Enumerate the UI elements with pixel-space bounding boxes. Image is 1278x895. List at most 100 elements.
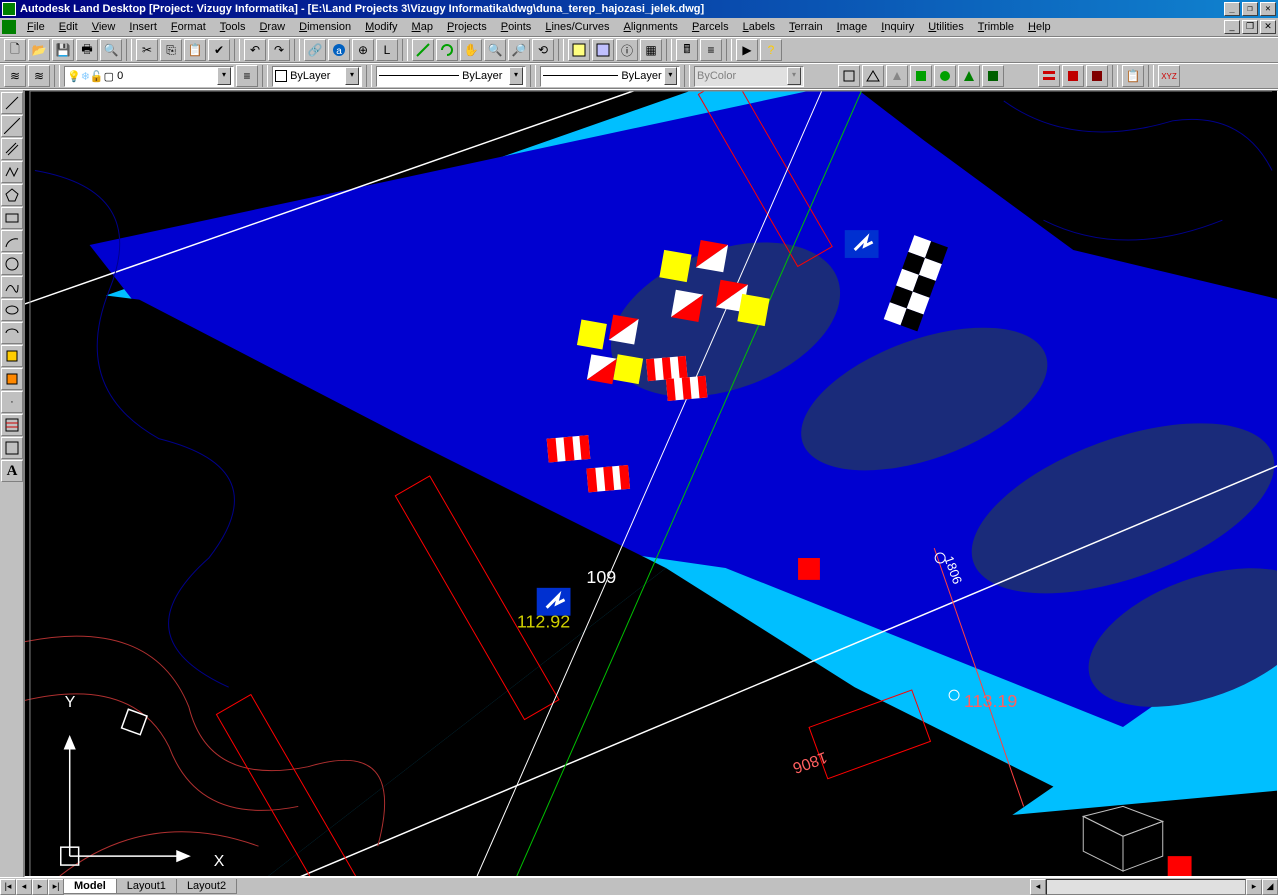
calc-button[interactable]: 🖩 [676, 39, 698, 61]
zoom-prev-button[interactable]: ⟲ [532, 39, 554, 61]
rectangle-tool[interactable] [1, 207, 23, 229]
point-tool[interactable]: · [1, 391, 23, 413]
ellipse-arc-tool[interactable] [1, 322, 23, 344]
menu-linescurves[interactable]: Lines/Curves [538, 19, 616, 35]
circle-tool[interactable] [1, 253, 23, 275]
zoom-window-button[interactable]: 🔎 [508, 39, 530, 61]
tab-next-button[interactable]: ▸ [32, 879, 48, 895]
layer-combo[interactable]: 💡❄🔓▢ 0 ▾ [64, 66, 234, 87]
menu-map[interactable]: Map [405, 19, 440, 35]
terrain-btn-4[interactable] [910, 65, 932, 87]
today-button[interactable]: a [328, 39, 350, 61]
menu-edit[interactable]: Edit [52, 19, 85, 35]
tab-last-button[interactable]: ▸| [48, 879, 64, 895]
menu-labels[interactable]: Labels [736, 19, 782, 35]
tab-layout2[interactable]: Layout2 [176, 879, 237, 894]
menu-parcels[interactable]: Parcels [685, 19, 736, 35]
tab-prev-button[interactable]: ◂ [16, 879, 32, 895]
mline-tool[interactable] [1, 138, 23, 160]
map-explorer-button[interactable] [568, 39, 590, 61]
terrain-btn-6[interactable] [958, 65, 980, 87]
tab-layout1[interactable]: Layout1 [116, 879, 177, 894]
hscroll-right-button[interactable]: ▸ [1246, 879, 1262, 895]
menu-dimension[interactable]: Dimension [292, 19, 358, 35]
redo-button[interactable]: ↷ [268, 39, 290, 61]
hatch-tool[interactable] [1, 414, 23, 436]
dark-red-button[interactable] [1086, 65, 1108, 87]
menu-view[interactable]: View [85, 19, 123, 35]
menu-insert[interactable]: Insert [122, 19, 164, 35]
menu-inquiry[interactable]: Inquiry [874, 19, 921, 35]
menu-alignments[interactable]: Alignments [617, 19, 685, 35]
color-combo[interactable]: ByLayer ▾ [272, 66, 362, 87]
new-button[interactable]: 🗋 [4, 39, 26, 61]
paste-button[interactable]: 📋 [184, 39, 206, 61]
linetype-combo[interactable]: ByLayer ▾ [376, 66, 526, 87]
doc-restore-button[interactable]: ❐ [1242, 20, 1258, 34]
hyperlink-button[interactable]: 🔗 [304, 39, 326, 61]
pan-button[interactable]: ✋ [460, 39, 482, 61]
tab-first-button[interactable]: |◂ [0, 879, 16, 895]
xline-tool[interactable] [1, 115, 23, 137]
menu-draw[interactable]: Draw [252, 19, 292, 35]
ellipse-tool[interactable] [1, 299, 23, 321]
arc-tool[interactable] [1, 230, 23, 252]
insert-tool[interactable] [1, 345, 23, 367]
menu-utilities[interactable]: Utilities [921, 19, 970, 35]
match-button[interactable]: ✔ [208, 39, 230, 61]
polygon-tool[interactable] [1, 184, 23, 206]
dcenter-button[interactable]: ▦ [640, 39, 662, 61]
ucs-button[interactable]: L [376, 39, 398, 61]
save-button[interactable]: 💾 [52, 39, 74, 61]
help-button[interactable]: ? [760, 39, 782, 61]
menu-modify[interactable]: Modify [358, 19, 404, 35]
drawing-area[interactable]: 109 112.92 1806 113.19 1806 Y X [24, 90, 1278, 877]
xyz-button[interactable]: XYZ [1158, 65, 1180, 87]
close-button[interactable]: ✕ [1260, 2, 1276, 16]
layer-filter-button[interactable]: ≡ [236, 65, 258, 87]
region-tool[interactable] [1, 437, 23, 459]
menu-trimble[interactable]: Trimble [971, 19, 1021, 35]
redraw-button[interactable] [436, 39, 458, 61]
lineweight-combo[interactable]: ByLayer ▾ [540, 66, 680, 87]
doc-minimize-button[interactable]: _ [1224, 20, 1240, 34]
terrain-btn-2[interactable] [862, 65, 884, 87]
menu-points[interactable]: Points [494, 19, 539, 35]
cut-button[interactable]: ✂ [136, 39, 158, 61]
preview-button[interactable]: 🔍 [100, 39, 122, 61]
tracking-button[interactable]: ⊕ [352, 39, 374, 61]
scroll-grip-icon[interactable]: ◢ [1262, 879, 1278, 895]
spline-tool[interactable] [1, 276, 23, 298]
terrain-btn-5[interactable] [934, 65, 956, 87]
menu-file[interactable]: File [20, 19, 52, 35]
zoom-rt-button[interactable]: 🔍 [484, 39, 506, 61]
menu-image[interactable]: Image [830, 19, 875, 35]
terrain-btn-1[interactable] [838, 65, 860, 87]
launch-button[interactable]: ▶ [736, 39, 758, 61]
draworder-button[interactable]: ≡ [700, 39, 722, 61]
menu-format[interactable]: Format [164, 19, 213, 35]
maximize-button[interactable]: ❐ [1242, 2, 1258, 16]
menu-help[interactable]: Help [1021, 19, 1058, 35]
terrain-btn-7[interactable] [982, 65, 1004, 87]
text-tool[interactable]: A [1, 460, 23, 482]
viewer-button[interactable] [592, 39, 614, 61]
open-button[interactable]: 📂 [28, 39, 50, 61]
menu-terrain[interactable]: Terrain [782, 19, 830, 35]
menu-projects[interactable]: Projects [440, 19, 494, 35]
menu-tools[interactable]: Tools [213, 19, 253, 35]
line-tool[interactable] [1, 92, 23, 114]
pline-tool[interactable] [1, 161, 23, 183]
red-list-button[interactable] [1038, 65, 1060, 87]
minimize-button[interactable]: _ [1224, 2, 1240, 16]
layer-manager-button[interactable]: ≋ [4, 65, 26, 87]
terrain-btn-3[interactable] [886, 65, 908, 87]
properties-button[interactable]: ⓘ [616, 39, 638, 61]
layer-prev-button[interactable]: ≋ [28, 65, 50, 87]
clipboard-button[interactable]: 📋 [1122, 65, 1144, 87]
copy-button[interactable]: ⎘ [160, 39, 182, 61]
makeblock-tool[interactable] [1, 368, 23, 390]
tab-model[interactable]: Model [63, 879, 117, 894]
print-button[interactable]: 🖶 [76, 39, 98, 61]
hscroll-left-button[interactable]: ◂ [1030, 879, 1046, 895]
